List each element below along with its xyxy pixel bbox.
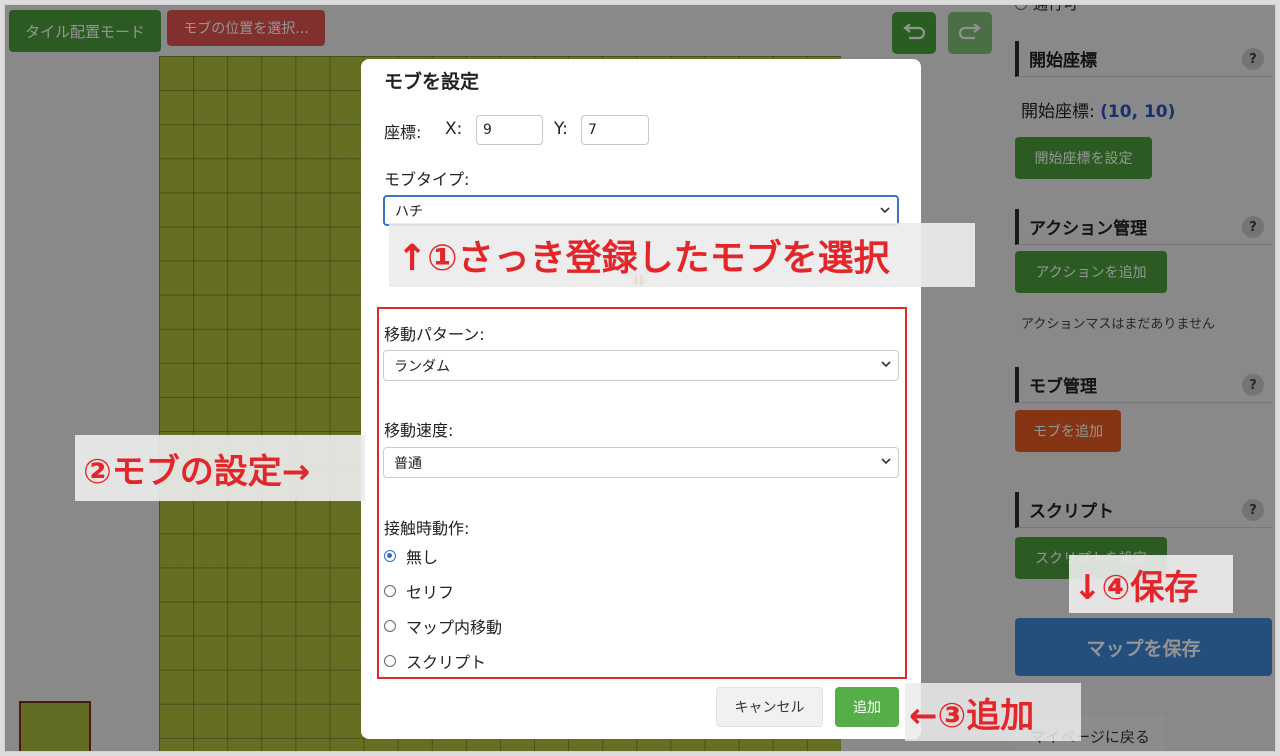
screenshot-frame: タイル配置モード モブの位置を選択... 通行可 開始座標 ? 開始座標: (1…: [4, 4, 1276, 752]
add-button[interactable]: 追加: [835, 687, 899, 727]
x-label: X:: [445, 119, 463, 139]
cancel-button[interactable]: キャンセル: [716, 687, 823, 727]
add-label: 追加: [853, 700, 881, 716]
coord-label: 座標:: [384, 123, 422, 142]
y-coord-input[interactable]: 7: [581, 115, 649, 145]
annotation-select-mob: ↑①さっき登録したモブを選択: [389, 223, 975, 287]
annotation-save: ↓④保存: [1069, 555, 1233, 613]
dialog-title: モブを設定: [384, 71, 480, 93]
mob-type-value: ハチ: [395, 203, 423, 220]
cancel-label: キャンセル: [734, 700, 805, 716]
settings-highlight-box: [377, 307, 907, 679]
y-label: Y:: [554, 119, 568, 139]
mob-type-label: モブタイプ:: [384, 170, 470, 189]
chevron-down-icon: [880, 207, 890, 214]
x-coord-input[interactable]: 9: [476, 115, 543, 145]
mob-type-select[interactable]: ハチ: [383, 195, 899, 226]
annotation-mob-settings: ②モブの設定→: [75, 435, 365, 501]
annotation-add: ←③追加: [905, 683, 1081, 741]
